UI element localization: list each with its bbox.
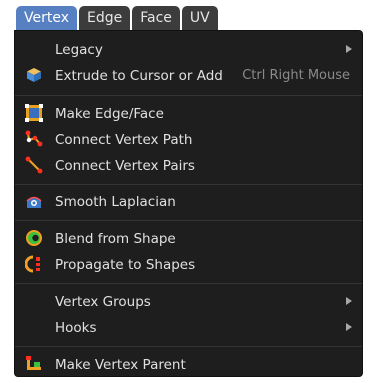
- connect-pairs-icon: [25, 156, 43, 174]
- menu-item-label: Blend from Shape: [55, 230, 176, 247]
- menu-item-smooth-laplacian[interactable]: Smooth Laplacian: [15, 189, 362, 214]
- menu-item-propagate-to-shapes[interactable]: Propagate to Shapes: [15, 252, 362, 277]
- blend-shape-icon: [25, 229, 43, 247]
- menu-item-make-vertex-parent[interactable]: Make Vertex Parent: [15, 352, 362, 376]
- menu-item-label: Make Edge/Face: [55, 105, 164, 122]
- menu-item-extrude-to-cursor[interactable]: Extrude to Cursor or Add Ctrl Right Mous…: [15, 63, 362, 88]
- vertex-menu-screenshot: Vertex Edge Face UV Legacy Extrude to Cu…: [0, 0, 370, 383]
- menu-tab-bar: Vertex Edge Face UV: [16, 6, 218, 30]
- menu-separator: [15, 184, 362, 185]
- submenu-arrow-icon: [346, 45, 352, 53]
- tab-edge[interactable]: Edge: [79, 6, 131, 30]
- menu-item-connect-vertex-pairs[interactable]: Connect Vertex Pairs: [15, 153, 362, 178]
- menu-separator: [15, 346, 362, 347]
- extrude-icon: [25, 66, 43, 84]
- shortcut-text: Ctrl Right Mouse: [242, 68, 350, 83]
- menu-item-label: Connect Vertex Path: [55, 131, 193, 148]
- menu-separator: [15, 95, 362, 96]
- menu-separator: [15, 283, 362, 284]
- menu-item-label: Connect Vertex Pairs: [55, 157, 195, 174]
- make-parent-icon: [25, 355, 43, 373]
- propagate-shapes-icon: [25, 255, 43, 273]
- smooth-laplacian-icon: [25, 192, 43, 210]
- menu-separator: [15, 220, 362, 221]
- menu-item-legacy[interactable]: Legacy: [15, 37, 362, 62]
- menu-item-label: Make Vertex Parent: [55, 356, 186, 373]
- submenu-arrow-icon: [346, 297, 352, 305]
- vertex-dropdown-menu: Legacy Extrude to Cursor or Add Ctrl Rig…: [14, 30, 363, 377]
- make-edge-face-icon: [25, 104, 43, 122]
- tab-uv[interactable]: UV: [181, 6, 218, 30]
- menu-item-label: Hooks: [55, 319, 97, 336]
- tab-face[interactable]: Face: [132, 6, 180, 30]
- menu-item-make-edge-face[interactable]: Make Edge/Face: [15, 101, 362, 126]
- menu-item-blend-from-shape[interactable]: Blend from Shape: [15, 226, 362, 251]
- submenu-arrow-icon: [346, 323, 352, 331]
- tab-vertex[interactable]: Vertex: [16, 6, 78, 30]
- menu-item-label: Propagate to Shapes: [55, 256, 196, 273]
- menu-item-label: Legacy: [55, 41, 103, 58]
- menu-item-vertex-groups[interactable]: Vertex Groups: [15, 289, 362, 314]
- connect-path-icon: [25, 130, 43, 148]
- menu-item-label: Extrude to Cursor or Add: [55, 67, 223, 84]
- menu-item-label: Vertex Groups: [55, 293, 151, 310]
- menu-item-hooks[interactable]: Hooks: [15, 315, 362, 340]
- menu-item-label: Smooth Laplacian: [55, 193, 176, 210]
- menu-item-connect-vertex-path[interactable]: Connect Vertex Path: [15, 127, 362, 152]
